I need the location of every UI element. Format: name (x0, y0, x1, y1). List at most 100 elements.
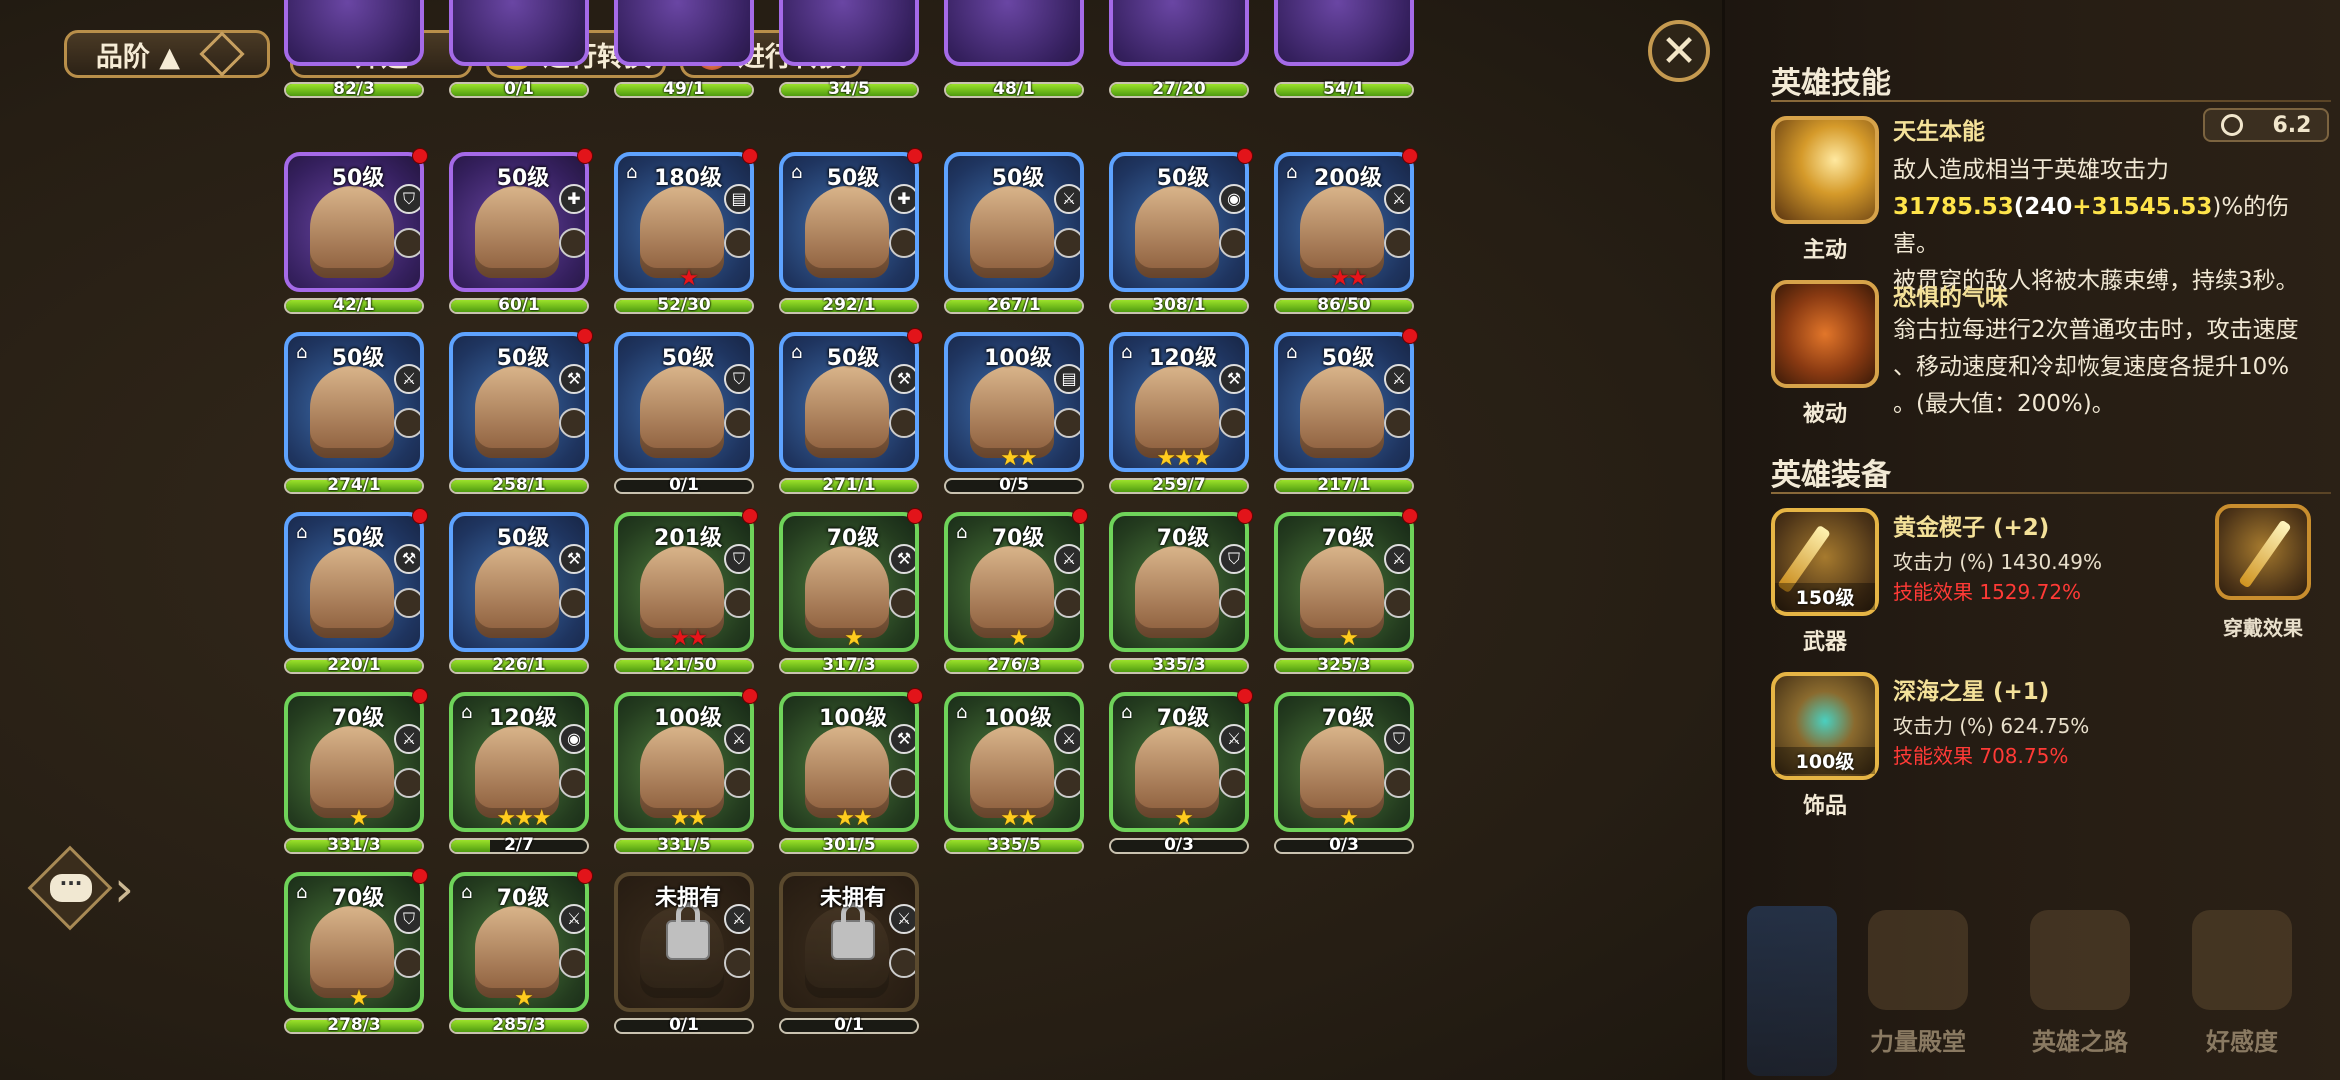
progress-text: 259/7 (1152, 475, 1206, 495)
progress-text: 48/1 (993, 79, 1035, 99)
hero-card[interactable]: 70级 ⚔ ★ 325/3 (1274, 508, 1418, 692)
hero-card[interactable]: ⌂ 70级 ⛉ ★ 278/3 (284, 868, 428, 1052)
active-skill-icon[interactable] (1771, 116, 1879, 224)
hero-card-partial[interactable]: 49/1 (614, 0, 754, 116)
hero-frame (449, 0, 589, 66)
star-icon: ★ (670, 806, 690, 831)
hero-card[interactable]: ⌂ 200级 ⚔ ★★ 86/50 (1274, 148, 1418, 332)
hero-frame: ⌂ 200级 ⚔ ★★ (1274, 152, 1414, 292)
hero-frame: ⌂ 100级 ⚔ ★★ (944, 692, 1084, 832)
hero-card[interactable]: ⌂ 120级 ◉ ★★★ 2/7 (449, 692, 589, 872)
progress-text: 220/1 (327, 655, 381, 675)
notification-dot (742, 148, 758, 164)
hero-card[interactable]: 70级 ⚔ ★ 331/3 (284, 688, 428, 872)
nav-affinity[interactable]: 好感度 (2177, 900, 2307, 1080)
progress-text: 49/1 (663, 79, 705, 99)
hero-frame: ⌂ 120级 ⚒ ★★★ (1109, 332, 1249, 472)
hero-frame (284, 0, 424, 66)
star-icon: ★ (1330, 266, 1350, 291)
star-icon: ★ (1009, 626, 1029, 651)
accessory-stat: 攻击力 (%) 624.75% (1893, 714, 2090, 738)
accessory-slot[interactable]: 100级 (1771, 672, 1879, 780)
notification-dot (412, 688, 428, 704)
race-icon (1384, 768, 1410, 798)
hero-card[interactable]: ⌂ 100级 ⚔ ★★ 335/5 (944, 692, 1084, 872)
hero-card[interactable]: ⌂ 70级 ⚔ ★ 276/3 (944, 508, 1088, 692)
hero-card[interactable]: ⌂ 50级 ✚ 292/1 (779, 148, 923, 332)
progress-text: 121/50 (651, 655, 717, 675)
hero-card[interactable]: 70级 ⛉ ★ 0/3 (1274, 692, 1414, 872)
axe-class-icon: ⚒ (1219, 364, 1245, 394)
hero-card[interactable]: 50级 ⛉ 0/1 (614, 332, 754, 512)
notification-dot (1072, 508, 1088, 524)
sword-class-icon: ⚔ (394, 724, 420, 754)
hero-card-partial[interactable]: 82/3 (284, 0, 424, 116)
hero-thumb[interactable] (1747, 906, 1837, 1076)
hero-card[interactable]: 70级 ⚒ ★ 317/3 (779, 508, 923, 692)
hero-card[interactable]: ⌂ 120级 ⚒ ★★★ 259/7 (1109, 332, 1249, 512)
helm-class-icon: ◉ (559, 724, 585, 754)
progress-text: 325/3 (1317, 655, 1371, 675)
star-icon: ★ (679, 266, 699, 291)
star-rating: ★★★ (1113, 446, 1245, 468)
race-icon (559, 768, 585, 798)
nav-power-hall-label: 力量殿堂 (1870, 1028, 1966, 1056)
star-icon: ★ (1018, 446, 1038, 471)
weapon-slot[interactable]: 150级 (1771, 508, 1879, 616)
hero-card[interactable]: ⌂ 180级 ▤ ★ 52/30 (614, 148, 758, 332)
plus-sign: + (2072, 194, 2092, 220)
hero-card[interactable]: 50级 ✚ 60/1 (449, 148, 593, 332)
star-icon: ★ (670, 626, 690, 651)
hero-card-partial[interactable]: 34/5 (779, 0, 919, 116)
hero-card[interactable]: ⌂ 50级 ⚔ 274/1 (284, 332, 424, 512)
hero-card-partial[interactable]: 0/1 (449, 0, 589, 116)
hero-card-partial[interactable]: 54/1 (1274, 0, 1414, 116)
star-icon: ★ (1000, 446, 1020, 471)
notification-dot (742, 508, 758, 524)
hero-card-partial[interactable]: 48/1 (944, 0, 1084, 116)
hero-card[interactable]: ⌂ 50级 ⚔ 217/1 (1274, 328, 1418, 512)
hero-card[interactable]: 50级 ⚔ 267/1 (944, 152, 1084, 332)
hero-card[interactable]: 50级 ⚒ 226/1 (449, 512, 589, 692)
hero-card-partial[interactable]: 27/20 (1109, 0, 1249, 116)
progress-text: 271/1 (822, 475, 876, 495)
hero-card[interactable]: 70级 ⛉ 335/3 (1109, 508, 1253, 692)
progress-text: 34/5 (828, 79, 870, 99)
sword-class-icon: ⚔ (724, 724, 750, 754)
hero-portrait (310, 546, 394, 638)
hero-card[interactable]: ⌂ 70级 ⚔ ★ 0/3 (1109, 688, 1253, 872)
nav-hero-road[interactable]: 英雄之路 (2015, 900, 2145, 1080)
hero-portrait (805, 546, 889, 638)
passive-skill-icon[interactable] (1771, 280, 1879, 388)
progress-text: 335/3 (1152, 655, 1206, 675)
hero-card[interactable]: ⌂ 50级 ⚒ 220/1 (284, 508, 428, 692)
sword-class-icon: ⚔ (724, 904, 750, 934)
hero-card[interactable]: 201级 ⛉ ★★ 121/50 (614, 508, 758, 692)
hero-card[interactable]: 未拥有 ⚔ 0/1 (779, 872, 919, 1052)
star-rating: ★★ (618, 806, 750, 831)
hero-card[interactable]: ⌂ 70级 ⚔ ★ 285/3 (449, 868, 593, 1052)
progress-text: 0/5 (999, 475, 1029, 495)
wear-effect-slot[interactable] (2215, 504, 2311, 600)
hero-card[interactable]: 50级 ⚒ 258/1 (449, 328, 593, 512)
hero-detail-panel: 英雄技能 主动 天生本能 6.2 敌人造成相当于英雄攻击力 31785.53(2… (1722, 0, 2340, 1080)
chat-toggle-button[interactable]: ··· › (27, 845, 134, 931)
hero-frame: 70级 ⛉ ★ (1274, 692, 1414, 832)
race-icon (1219, 228, 1245, 258)
hero-card[interactable]: 100级 ▤ ★★ 0/5 (944, 332, 1084, 512)
hero-portrait (1135, 366, 1219, 458)
hero-card[interactable]: ⌂ 50级 ⚒ 271/1 (779, 328, 923, 512)
hero-card[interactable]: 未拥有 ⚔ 0/1 (614, 872, 754, 1052)
notification-dot (577, 328, 593, 344)
hero-frame: ⌂ 50级 ⚔ (284, 332, 424, 472)
progress-text: 226/1 (492, 655, 546, 675)
star-rating: ★ (948, 626, 1080, 651)
hero-card[interactable]: 50级 ⛉ 42/1 (284, 148, 428, 332)
hero-card[interactable]: 100级 ⚒ ★★ 301/5 (779, 688, 923, 872)
hero-frame (1109, 0, 1249, 66)
hero-card[interactable]: 50级 ◉ 308/1 (1109, 148, 1253, 332)
hero-frame: ⌂ 50级 ⚒ (284, 512, 424, 652)
shield-class-icon: ⛉ (394, 184, 420, 214)
hero-card[interactable]: 100级 ⚔ ★★ 331/5 (614, 688, 758, 872)
nav-power-hall[interactable]: 力量殿堂 (1853, 900, 1983, 1080)
